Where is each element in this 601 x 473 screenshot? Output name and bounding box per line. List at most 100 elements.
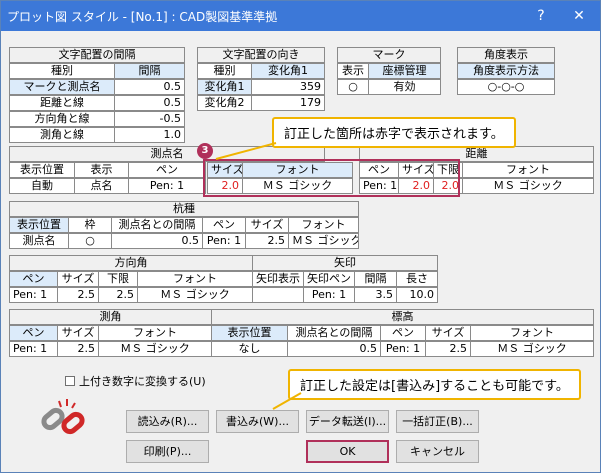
yajirushi-col-pen: 矢印ペン [303,271,355,287]
mark-title: マーク [337,47,441,63]
houkou-col-size: サイズ [57,271,99,287]
mark-display-value[interactable]: ○ [337,79,369,95]
print-button[interactable]: 印刷(P)... [126,440,209,463]
cancel-button[interactable]: キャンセル [396,440,479,463]
sokkaku-col-size: サイズ [57,325,99,341]
kuishu-font-value[interactable]: ＭＳ ゴシック [288,233,359,249]
sokkaku-col-pen: ペン [9,325,58,341]
angle-display-title: 角度表示 [457,47,555,63]
help-button[interactable]: ? [525,4,557,28]
hyoukou-gap-value[interactable]: 0.5 [287,341,381,357]
yajirushi-col-display: 矢印表示 [252,271,304,287]
dialog-window: プロット図 スタイル - [No.1] : CAD製図基準準拠 ? ✕ 文字配置… [0,0,601,473]
moji-muki-row-value[interactable]: 359 [251,79,325,95]
red-text-callout: 訂正した箇所は赤字で表示されます。 [272,117,516,148]
yajirushi-interval-value[interactable]: 3.5 [354,287,397,303]
sokkaku-pen-value[interactable]: Pen: 1 [9,341,58,357]
kuishu-col-pos: 表示位置 [9,217,69,233]
superscript-checkbox[interactable] [65,376,75,386]
mark-col-coord: 座標管理 [368,63,441,79]
moji-haichi-col-kind: 種別 [9,63,115,79]
moji-muki-col-angle: 変化角1 [251,63,325,79]
yajirushi-display-value[interactable] [252,287,304,303]
sokkaku-font-value[interactable]: ＭＳ ゴシック [98,341,212,357]
kuishu-size-value[interactable]: 2.5 [245,233,289,249]
moji-muki-row-label: 変化角1 [197,79,252,95]
houkou-size-value[interactable]: 2.5 [57,287,99,303]
angle-display-col-method: 角度表示方法 [457,63,555,79]
kuishu-gap-value[interactable]: 0.5 [111,233,203,249]
yajirushi-col-interval: 間隔 [354,271,397,287]
superscript-checkbox-label: 上付き数字に変換する(U) [79,375,206,388]
yajirushi-length-value[interactable]: 10.0 [396,287,438,303]
moji-muki-col-kind: 種別 [197,63,252,79]
moji-haichi-title: 文字配置の間隔 [9,47,185,63]
moji-muki-title: 文字配置の向き [197,47,325,63]
data-transfer-button[interactable]: データ転送(I)... [306,410,389,433]
hyoukou-col-font: フォント [470,325,594,341]
kuishu-col-font: フォント [288,217,359,233]
sokuten-col-pen: ペン [128,162,206,178]
hyoukou-title: 標高 [211,309,594,325]
edited-cells-highlight [203,159,460,197]
write-button[interactable]: 書込み(W)... [216,410,299,433]
kuishu-col-gap: 測点名との間隔 [111,217,203,233]
sokuten-display-value[interactable]: 点名 [74,178,129,194]
yajirushi-col-length: 長さ [396,271,438,287]
sokkaku-col-font: フォント [98,325,212,341]
hyoukou-col-gap: 測点名との間隔 [287,325,381,341]
moji-haichi-row-value[interactable]: 0.5 [114,95,185,111]
hyoukou-font-value[interactable]: ＭＳ ゴシック [470,341,594,357]
yajirushi-pen-value[interactable]: Pen: 1 [303,287,355,303]
houkou-col-lower: 下限 [98,271,138,287]
kuishu-pos-value[interactable]: 測点名 [9,233,69,249]
moji-muki-row-label: 変化角2 [197,95,252,111]
sokkaku-size-value[interactable]: 2.5 [57,341,99,357]
moji-muki-row-value[interactable]: 179 [251,95,325,111]
ok-button[interactable]: OK [306,440,389,463]
read-button[interactable]: 読込み(R)... [126,410,209,433]
houkou-lower-value[interactable]: 2.5 [98,287,138,303]
yajirushi-title: 矢印 [252,255,438,271]
sokkaku-title: 測角 [9,309,212,325]
moji-haichi-row-label: 距離と線 [9,95,115,111]
kuishu-col-pen: ペン [202,217,246,233]
hyoukou-pos-value[interactable]: なし [211,341,288,357]
write-callout: 訂正した設定は[書込み]することも可能です。 [288,369,581,400]
moji-haichi-row-value[interactable]: 1.0 [114,127,185,143]
houkou-title: 方向角 [9,255,253,271]
kyori-font-value[interactable]: ＭＳ ゴシック [462,178,594,194]
title-bar: プロット図 スタイル - [No.1] : CAD製図基準準拠 ? ✕ [1,1,600,31]
sokuten-col-display: 表示 [74,162,129,178]
kuishu-col-size: サイズ [245,217,289,233]
bulk-edit-button[interactable]: 一括訂正(B)... [396,410,479,433]
moji-haichi-row-label: マークと測点名 [9,79,115,95]
hyoukou-col-pen: ペン [380,325,426,341]
sokuten-pos-value[interactable]: 自動 [9,178,75,194]
hyoukou-size-value[interactable]: 2.5 [425,341,471,357]
moji-haichi-col-interval: 間隔 [114,63,185,79]
moji-haichi-row-value[interactable]: -0.5 [114,111,185,127]
sokuten-pen-value[interactable]: Pen: 1 [128,178,206,194]
callout-pointer [215,142,277,160]
houkou-font-value[interactable]: ＭＳ ゴシック [137,287,253,303]
moji-haichi-row-label: 測角と線 [9,127,115,143]
angle-display-method-value[interactable]: ○-○-○ [457,79,555,95]
broken-link-icon [41,399,85,435]
hyoukou-pen-value[interactable]: Pen: 1 [380,341,426,357]
houkou-pen-value[interactable]: Pen: 1 [9,287,58,303]
kuishu-frame-value[interactable]: ○ [68,233,112,249]
moji-haichi-row-value[interactable]: 0.5 [114,79,185,95]
kuishu-col-frame: 枠 [68,217,112,233]
close-button[interactable]: ✕ [563,4,595,28]
window-title: プロット図 スタイル - [No.1] : CAD製図基準準拠 [7,10,278,24]
kuishu-pen-value[interactable]: Pen: 1 [202,233,246,249]
hyoukou-col-size: サイズ [425,325,471,341]
moji-haichi-row-label: 方向角と線 [9,111,115,127]
hyoukou-col-pos: 表示位置 [211,325,288,341]
mark-coord-value[interactable]: 有効 [368,79,441,95]
kuishu-title: 杭種 [9,201,359,217]
sokuten-col-pos: 表示位置 [9,162,75,178]
houkou-col-pen: ペン [9,271,58,287]
mark-col-display: 表示 [337,63,369,79]
